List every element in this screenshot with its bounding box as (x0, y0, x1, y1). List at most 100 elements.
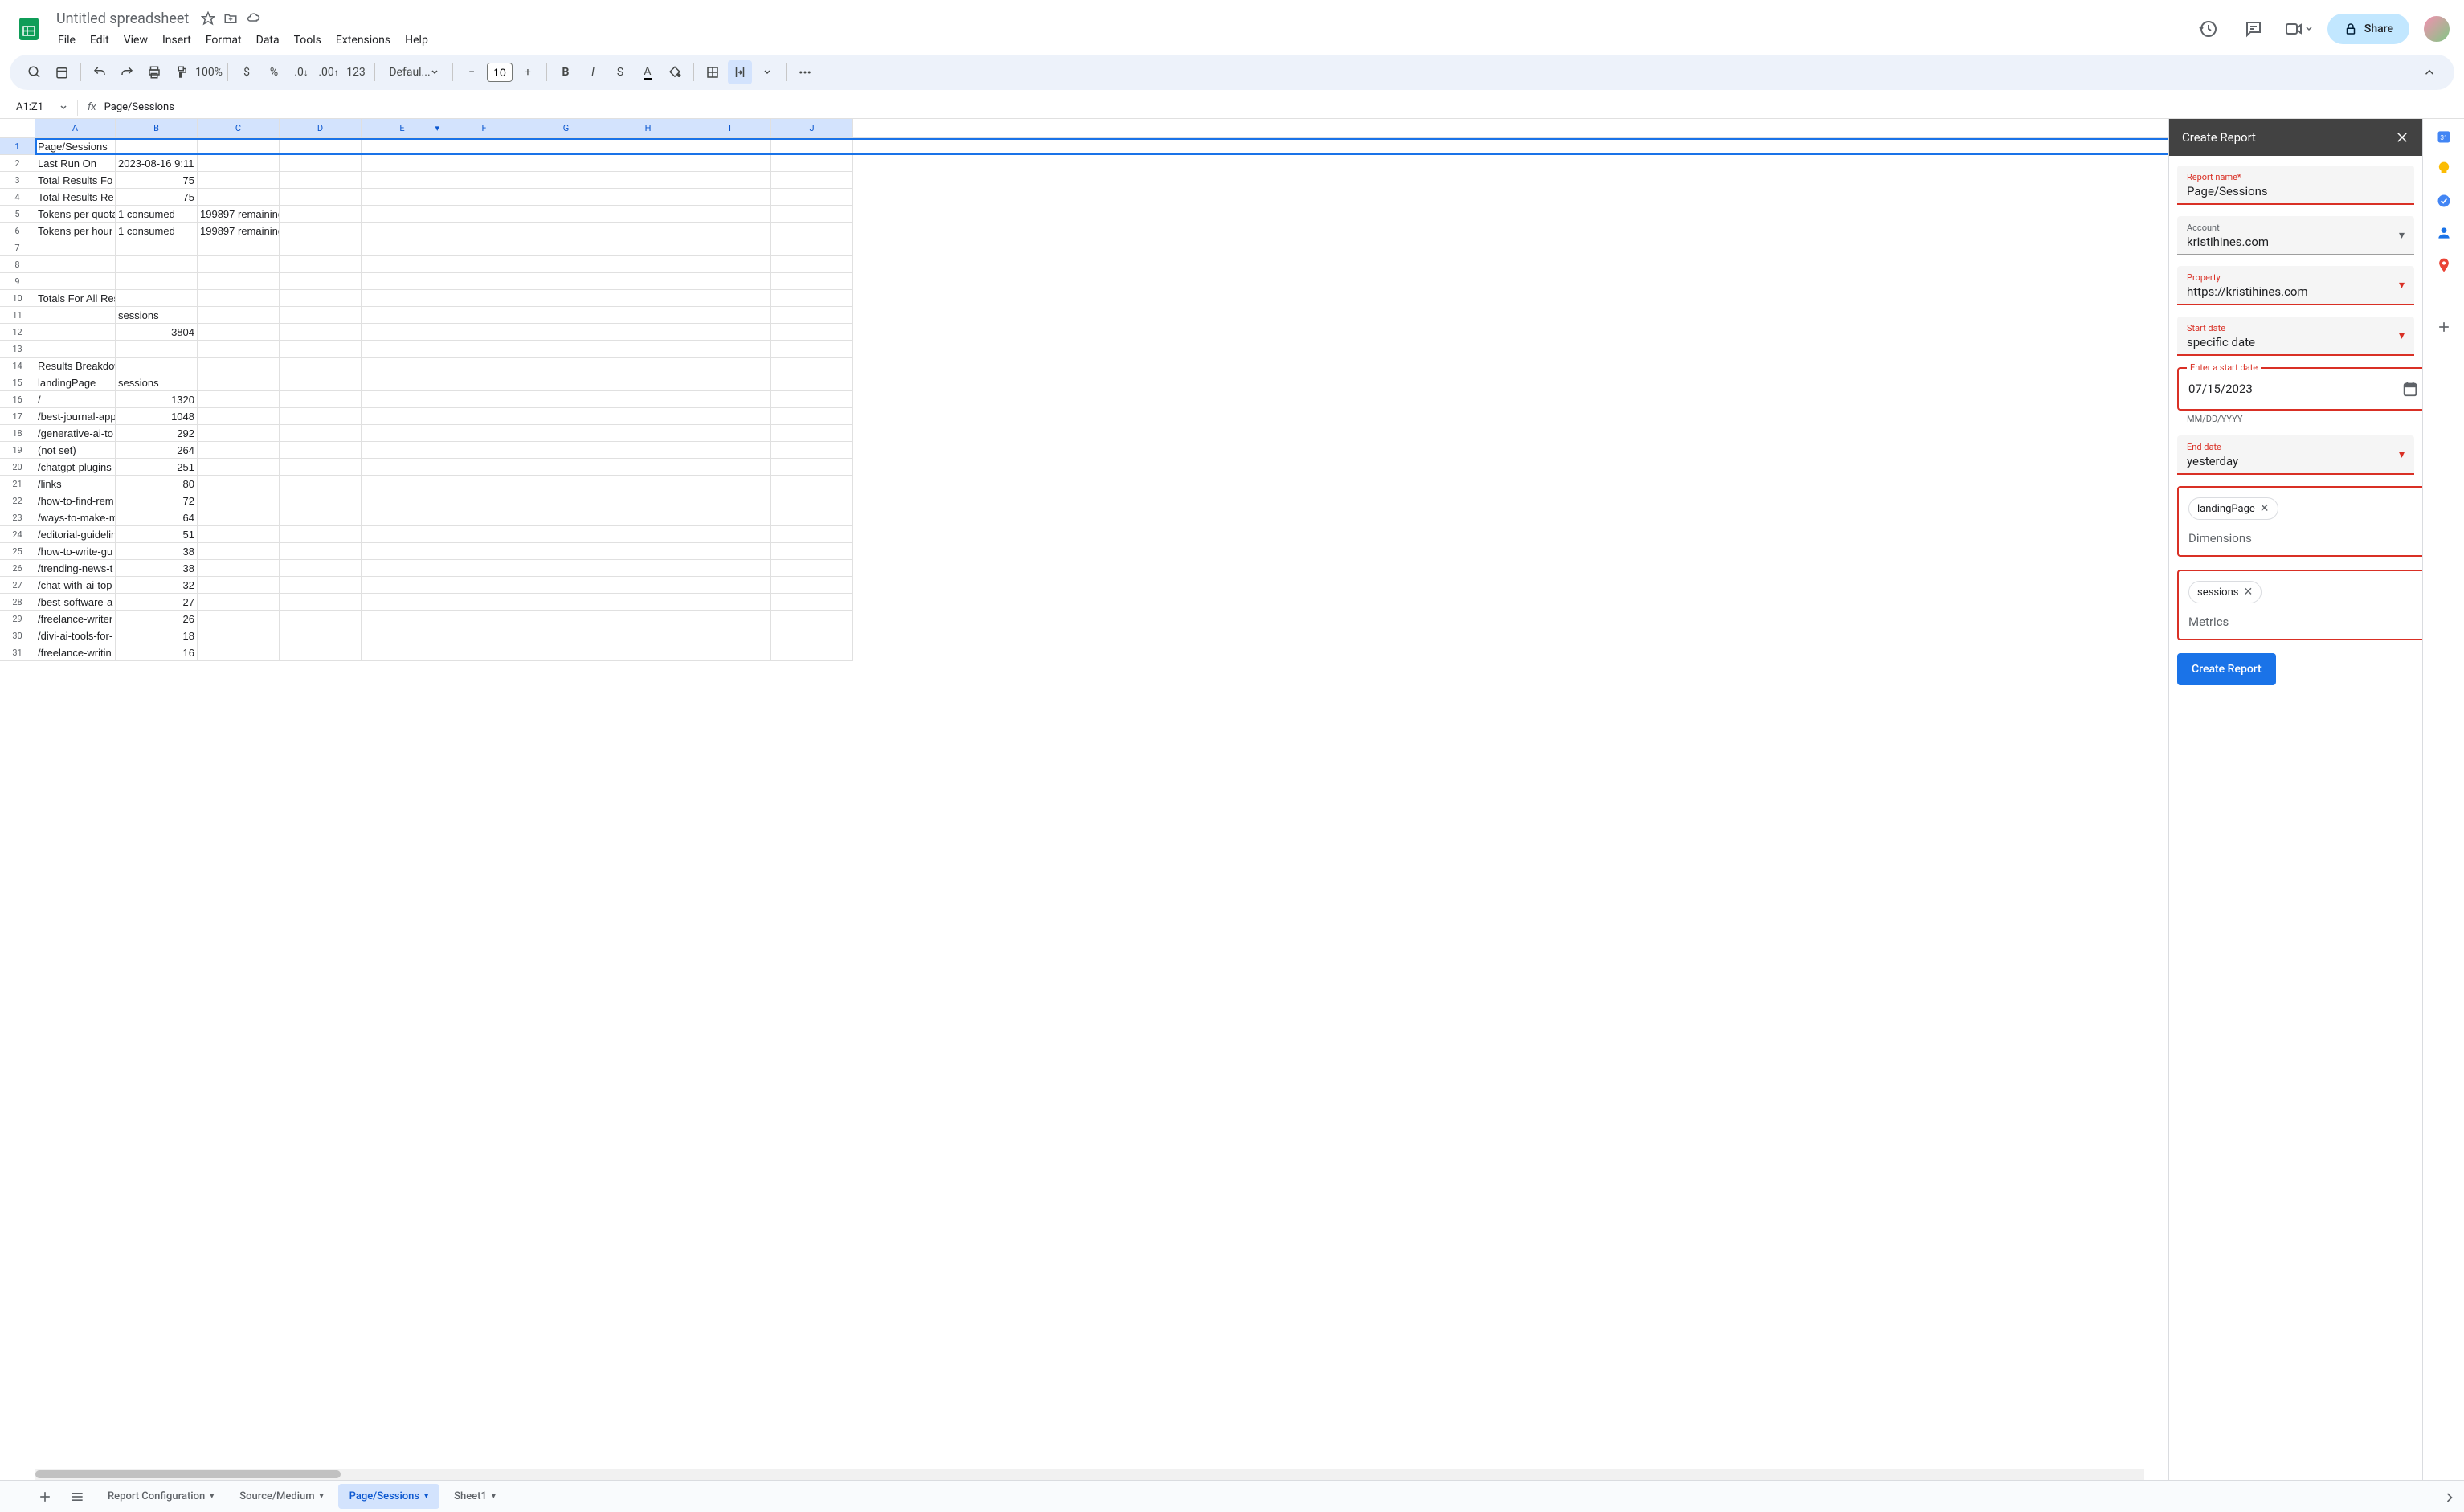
row-header[interactable]: 15 (0, 374, 35, 391)
cell[interactable]: Tokens per hour (35, 223, 116, 239)
cell[interactable] (771, 644, 853, 661)
cell[interactable]: Results Breakdown (35, 358, 116, 374)
cell[interactable] (362, 290, 443, 307)
metrics-box[interactable]: sessions ✕ Metrics (2177, 570, 2422, 640)
remove-chip-icon[interactable]: ✕ (2244, 586, 2254, 599)
horizontal-scrollbar[interactable] (35, 1469, 2144, 1480)
row-header[interactable]: 18 (0, 425, 35, 442)
cell[interactable]: 26 (116, 611, 198, 627)
cell[interactable] (362, 543, 443, 560)
cell[interactable]: /how-to-write-gu (35, 543, 116, 560)
cell[interactable]: Totals For All Results (35, 290, 116, 307)
menu-data[interactable]: Data (250, 31, 286, 50)
add-app-icon[interactable] (2436, 319, 2452, 335)
cell[interactable] (525, 239, 607, 256)
cell[interactable] (771, 459, 853, 476)
row-header[interactable]: 16 (0, 391, 35, 408)
cell[interactable] (689, 560, 771, 577)
end-date-select[interactable]: yesterday (2187, 454, 2405, 468)
cell[interactable]: 199897 remaining (198, 206, 280, 223)
cell[interactable] (607, 594, 689, 611)
cell[interactable] (116, 256, 198, 273)
cell[interactable] (525, 611, 607, 627)
cell[interactable] (280, 492, 362, 509)
sheet-tab[interactable]: Sheet1 ▾ (443, 1484, 507, 1509)
cell[interactable] (280, 543, 362, 560)
cell[interactable] (771, 391, 853, 408)
cell[interactable] (771, 374, 853, 391)
sheet-tab[interactable]: Report Configuration ▾ (96, 1484, 225, 1509)
cell[interactable]: 32 (116, 577, 198, 594)
cell[interactable] (280, 627, 362, 644)
cell[interactable] (607, 358, 689, 374)
cell[interactable] (280, 611, 362, 627)
row-header[interactable]: 30 (0, 627, 35, 644)
cell[interactable] (771, 611, 853, 627)
cell[interactable] (525, 189, 607, 206)
cell[interactable] (607, 307, 689, 324)
sheet-tab[interactable]: Source/Medium ▾ (228, 1484, 334, 1509)
cell[interactable]: /ways-to-make-m (35, 509, 116, 526)
cell[interactable] (198, 273, 280, 290)
cell[interactable]: 199897 remaining (198, 223, 280, 239)
name-box[interactable]: A1:Z1 (10, 100, 74, 115)
cell[interactable]: /generative-ai-to (35, 425, 116, 442)
cell[interactable] (362, 560, 443, 577)
contacts-app-icon[interactable] (2436, 225, 2452, 241)
cell[interactable]: sessions (116, 307, 198, 324)
borders-icon[interactable] (701, 60, 725, 84)
cell[interactable] (198, 644, 280, 661)
cell[interactable] (525, 341, 607, 358)
cell[interactable] (525, 526, 607, 543)
cell[interactable] (443, 442, 525, 459)
cell[interactable] (198, 155, 280, 172)
spreadsheet-grid[interactable]: ABCDE▾FGHIJ 1 Page/Sessions 2 Last Run O… (0, 119, 2168, 1480)
cell[interactable] (525, 374, 607, 391)
row-header[interactable]: 24 (0, 526, 35, 543)
cell[interactable] (607, 223, 689, 239)
cell[interactable] (607, 391, 689, 408)
cell[interactable] (771, 425, 853, 442)
cell[interactable] (525, 256, 607, 273)
sheets-logo[interactable] (13, 13, 45, 45)
chevron-down-icon[interactable]: ▾ (2399, 329, 2405, 342)
cell[interactable] (443, 172, 525, 189)
cell[interactable] (689, 594, 771, 611)
cell[interactable] (280, 644, 362, 661)
calendar-icon[interactable] (50, 60, 74, 84)
cell[interactable] (116, 358, 198, 374)
cell[interactable] (689, 644, 771, 661)
cell[interactable] (689, 526, 771, 543)
col-header-H[interactable]: H (607, 119, 689, 137)
cell[interactable] (607, 273, 689, 290)
row-header[interactable]: 3 (0, 172, 35, 189)
cell[interactable] (280, 374, 362, 391)
cell[interactable] (35, 341, 116, 358)
cell[interactable] (607, 611, 689, 627)
cell[interactable] (771, 560, 853, 577)
cell[interactable] (525, 492, 607, 509)
cell[interactable] (689, 172, 771, 189)
menu-help[interactable]: Help (398, 31, 435, 50)
cell[interactable] (689, 442, 771, 459)
property-select[interactable]: https://kristihines.com (2187, 284, 2405, 299)
row-header[interactable]: 12 (0, 324, 35, 341)
row-header[interactable]: 29 (0, 611, 35, 627)
cell[interactable] (443, 509, 525, 526)
cell[interactable] (689, 425, 771, 442)
doc-title[interactable]: Untitled spreadsheet (51, 9, 194, 29)
cell[interactable] (607, 172, 689, 189)
cell[interactable] (525, 627, 607, 644)
cell[interactable] (362, 189, 443, 206)
row-header[interactable]: 1 (0, 138, 35, 155)
cell[interactable] (198, 543, 280, 560)
cell[interactable]: /freelance-writin (35, 644, 116, 661)
cell[interactable] (362, 206, 443, 223)
cell[interactable]: /freelance-writer (35, 611, 116, 627)
menu-tools[interactable]: Tools (288, 31, 328, 50)
cell[interactable] (689, 509, 771, 526)
cell[interactable]: 3804 (116, 324, 198, 341)
cell[interactable] (280, 459, 362, 476)
select-all-corner[interactable] (0, 119, 35, 137)
row-header[interactable]: 22 (0, 492, 35, 509)
